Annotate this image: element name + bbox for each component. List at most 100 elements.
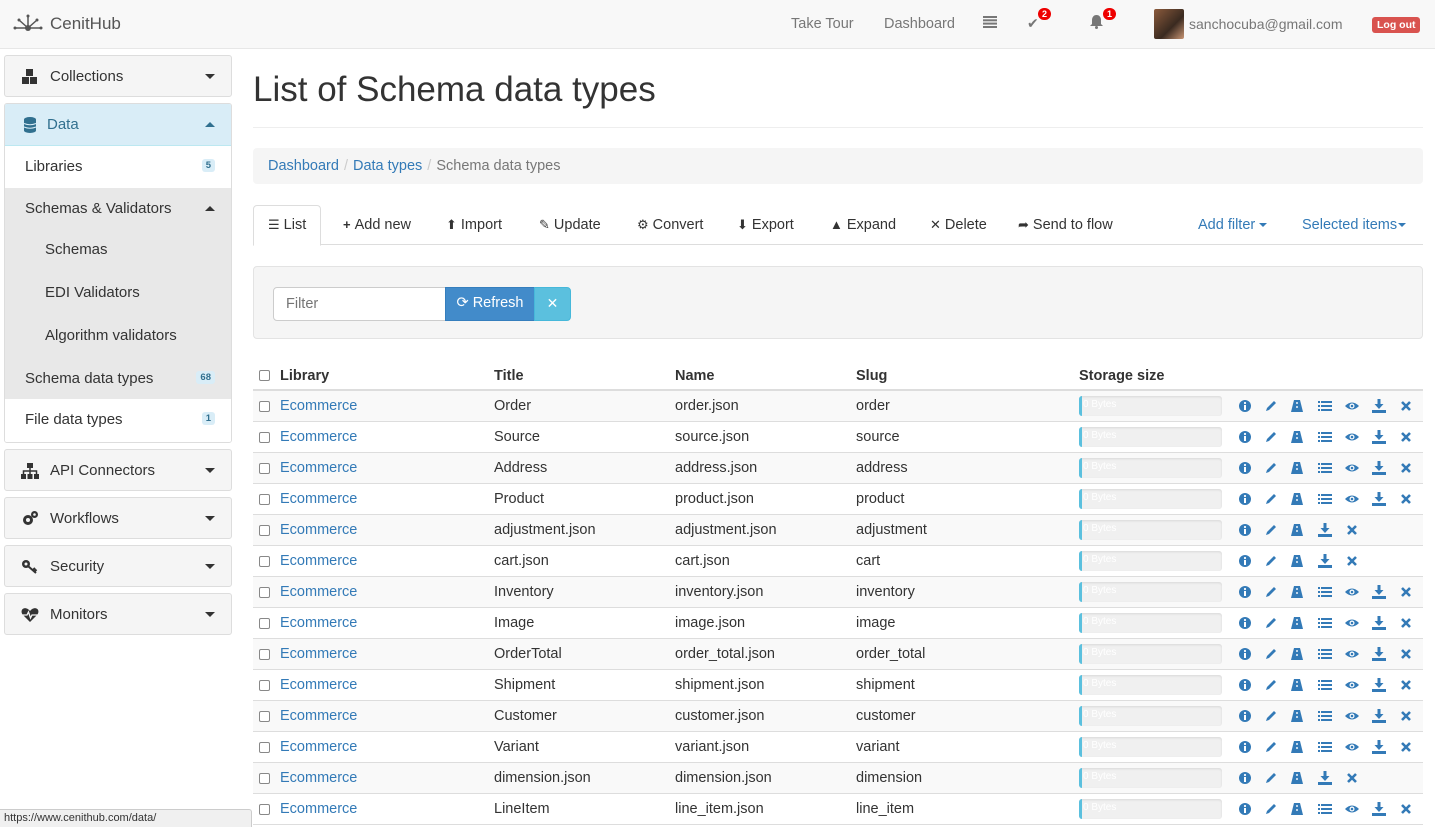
library-link[interactable]: Ecommerce <box>280 522 357 538</box>
library-link[interactable]: Ecommerce <box>280 615 357 631</box>
pencil-icon[interactable] <box>1264 492 1278 506</box>
pencil-icon[interactable] <box>1264 399 1278 413</box>
view-eye-icon[interactable] <box>1345 399 1359 413</box>
sidebar-item-file-data-types[interactable]: File data types 1 <box>5 399 231 442</box>
tasks-list-icon[interactable] <box>983 15 997 31</box>
info-icon[interactable] <box>1238 399 1252 413</box>
view-eye-icon[interactable] <box>1345 740 1359 754</box>
expand-road-icon[interactable] <box>1290 430 1304 444</box>
user-email[interactable]: sanchocuba@gmail.com <box>1189 16 1343 32</box>
row-checkbox[interactable] <box>259 773 270 784</box>
breadcrumb-data-types[interactable]: Data types <box>353 158 422 174</box>
view-eye-icon[interactable] <box>1345 430 1359 444</box>
download-icon[interactable] <box>1318 554 1332 568</box>
sidebar-item-libraries[interactable]: Libraries 5 <box>5 146 231 188</box>
download-icon[interactable] <box>1318 523 1332 537</box>
sidebar-item-edi-validators[interactable]: EDI Validators <box>5 272 231 315</box>
info-icon[interactable] <box>1238 647 1252 661</box>
expand-road-icon[interactable] <box>1290 585 1304 599</box>
records-list-icon[interactable] <box>1318 616 1332 630</box>
column-header-title[interactable]: Title <box>494 368 524 384</box>
expand-road-icon[interactable] <box>1290 461 1304 475</box>
row-checkbox[interactable] <box>259 742 270 753</box>
library-link[interactable]: Ecommerce <box>280 646 357 662</box>
tab-send-to-flow[interactable]: ➦ Send to flow <box>1018 205 1113 245</box>
download-icon[interactable] <box>1372 802 1386 816</box>
select-all-checkbox[interactable] <box>259 370 270 381</box>
records-list-icon[interactable] <box>1318 461 1332 475</box>
view-eye-icon[interactable] <box>1345 616 1359 630</box>
column-header-library[interactable]: Library <box>280 368 329 384</box>
info-icon[interactable] <box>1238 554 1252 568</box>
delete-icon[interactable] <box>1345 523 1359 537</box>
pencil-icon[interactable] <box>1264 802 1278 816</box>
delete-icon[interactable] <box>1399 492 1413 506</box>
row-checkbox[interactable] <box>259 649 270 660</box>
expand-road-icon[interactable] <box>1290 709 1304 723</box>
info-icon[interactable] <box>1238 492 1252 506</box>
info-icon[interactable] <box>1238 430 1252 444</box>
info-icon[interactable] <box>1238 709 1252 723</box>
filter-input[interactable] <box>273 287 446 321</box>
pencil-icon[interactable] <box>1264 585 1278 599</box>
delete-icon[interactable] <box>1399 430 1413 444</box>
pencil-icon[interactable] <box>1264 771 1278 785</box>
expand-road-icon[interactable] <box>1290 616 1304 630</box>
brand-link[interactable]: CenitHub <box>12 14 121 34</box>
row-checkbox[interactable] <box>259 618 270 629</box>
delete-icon[interactable] <box>1399 647 1413 661</box>
info-icon[interactable] <box>1238 585 1252 599</box>
records-list-icon[interactable] <box>1318 709 1332 723</box>
expand-road-icon[interactable] <box>1290 678 1304 692</box>
expand-road-icon[interactable] <box>1290 771 1304 785</box>
info-icon[interactable] <box>1238 771 1252 785</box>
row-checkbox[interactable] <box>259 804 270 815</box>
view-eye-icon[interactable] <box>1345 678 1359 692</box>
refresh-button[interactable]: ⟳ Refresh <box>445 287 535 321</box>
library-link[interactable]: Ecommerce <box>280 739 357 755</box>
view-eye-icon[interactable] <box>1345 461 1359 475</box>
delete-icon[interactable] <box>1399 802 1413 816</box>
pencil-icon[interactable] <box>1264 616 1278 630</box>
view-eye-icon[interactable] <box>1345 585 1359 599</box>
pencil-icon[interactable] <box>1264 678 1278 692</box>
sidebar-collections[interactable]: Collections <box>4 55 232 97</box>
records-list-icon[interactable] <box>1318 492 1332 506</box>
row-checkbox[interactable] <box>259 525 270 536</box>
expand-road-icon[interactable] <box>1290 802 1304 816</box>
records-list-icon[interactable] <box>1318 802 1332 816</box>
sidebar-security[interactable]: Security <box>4 545 232 587</box>
row-checkbox[interactable] <box>259 494 270 505</box>
info-icon[interactable] <box>1238 523 1252 537</box>
library-link[interactable]: Ecommerce <box>280 770 357 786</box>
view-eye-icon[interactable] <box>1345 802 1359 816</box>
sidebar-data[interactable]: Data <box>5 104 231 146</box>
view-eye-icon[interactable] <box>1345 647 1359 661</box>
tab-update[interactable]: ✎ Update <box>539 205 601 245</box>
delete-icon[interactable] <box>1399 585 1413 599</box>
download-icon[interactable] <box>1372 461 1386 475</box>
download-icon[interactable] <box>1372 616 1386 630</box>
column-header-slug[interactable]: Slug <box>856 368 887 384</box>
column-header-name[interactable]: Name <box>675 368 715 384</box>
delete-icon[interactable] <box>1399 740 1413 754</box>
tab-export[interactable]: ⬇ Export <box>737 205 794 245</box>
library-link[interactable]: Ecommerce <box>280 398 357 414</box>
delete-icon[interactable] <box>1399 461 1413 475</box>
library-link[interactable]: Ecommerce <box>280 584 357 600</box>
delete-icon[interactable] <box>1399 678 1413 692</box>
pencil-icon[interactable] <box>1264 554 1278 568</box>
sidebar-item-schemas[interactable]: Schemas <box>5 229 231 272</box>
delete-icon[interactable] <box>1399 616 1413 630</box>
pencil-icon[interactable] <box>1264 461 1278 475</box>
pencil-icon[interactable] <box>1264 647 1278 661</box>
records-list-icon[interactable] <box>1318 430 1332 444</box>
clear-filter-button[interactable]: ✕ <box>534 287 571 321</box>
download-icon[interactable] <box>1372 399 1386 413</box>
library-link[interactable]: Ecommerce <box>280 429 357 445</box>
records-list-icon[interactable] <box>1318 678 1332 692</box>
row-checkbox[interactable] <box>259 432 270 443</box>
library-link[interactable]: Ecommerce <box>280 708 357 724</box>
view-eye-icon[interactable] <box>1345 709 1359 723</box>
row-checkbox[interactable] <box>259 711 270 722</box>
